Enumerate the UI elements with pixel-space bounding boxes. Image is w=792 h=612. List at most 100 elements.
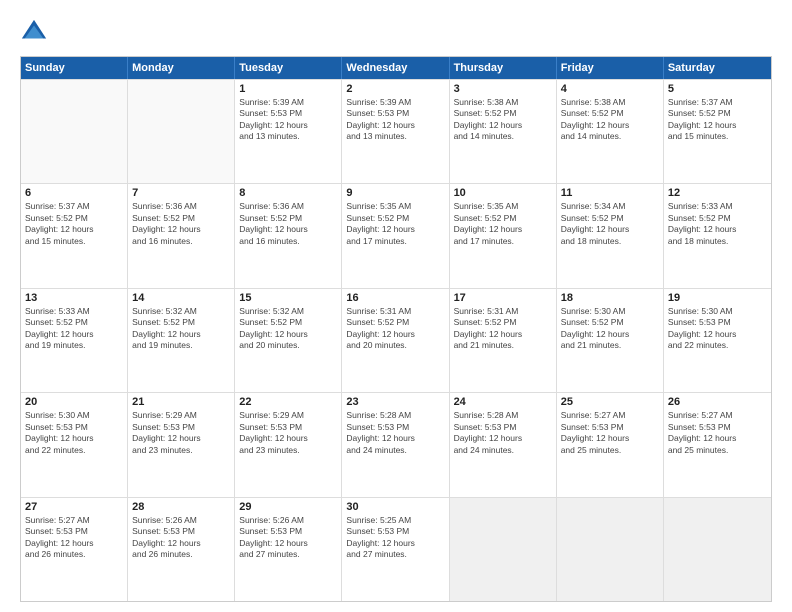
calendar-cell-30: 30Sunrise: 5:25 AMSunset: 5:53 PMDayligh…: [342, 498, 449, 601]
cell-info-line: and 24 minutes.: [454, 445, 552, 456]
cell-info-line: Daylight: 12 hours: [561, 120, 659, 131]
calendar-cell-1: 1Sunrise: 5:39 AMSunset: 5:53 PMDaylight…: [235, 80, 342, 183]
calendar-cell-24: 24Sunrise: 5:28 AMSunset: 5:53 PMDayligh…: [450, 393, 557, 496]
cell-info-line: and 13 minutes.: [346, 131, 444, 142]
calendar-row-1: 1Sunrise: 5:39 AMSunset: 5:53 PMDaylight…: [21, 79, 771, 183]
cell-info-line: Sunrise: 5:36 AM: [239, 201, 337, 212]
cell-info-line: Sunrise: 5:28 AM: [454, 410, 552, 421]
cell-info-line: Sunset: 5:53 PM: [25, 422, 123, 433]
calendar-cell-8: 8Sunrise: 5:36 AMSunset: 5:52 PMDaylight…: [235, 184, 342, 287]
calendar-cell-21: 21Sunrise: 5:29 AMSunset: 5:53 PMDayligh…: [128, 393, 235, 496]
calendar-cell-23: 23Sunrise: 5:28 AMSunset: 5:53 PMDayligh…: [342, 393, 449, 496]
cell-info-line: and 24 minutes.: [346, 445, 444, 456]
cell-info-line: Daylight: 12 hours: [239, 120, 337, 131]
cell-info-line: and 25 minutes.: [561, 445, 659, 456]
calendar-cell-4: 4Sunrise: 5:38 AMSunset: 5:52 PMDaylight…: [557, 80, 664, 183]
day-number: 27: [25, 501, 123, 513]
cell-info-line: Sunset: 5:52 PM: [668, 108, 767, 119]
cell-info-line: Daylight: 12 hours: [454, 120, 552, 131]
day-number: 30: [346, 501, 444, 513]
cell-info-line: Sunrise: 5:38 AM: [454, 97, 552, 108]
calendar-cell-empty-4: [450, 498, 557, 601]
cell-info-line: Daylight: 12 hours: [561, 224, 659, 235]
calendar-cell-5: 5Sunrise: 5:37 AMSunset: 5:52 PMDaylight…: [664, 80, 771, 183]
day-number: 26: [668, 396, 767, 408]
cell-info-line: and 20 minutes.: [239, 340, 337, 351]
cell-info-line: and 14 minutes.: [561, 131, 659, 142]
calendar-cell-10: 10Sunrise: 5:35 AMSunset: 5:52 PMDayligh…: [450, 184, 557, 287]
cell-info-line: Sunrise: 5:30 AM: [561, 306, 659, 317]
cell-info-line: Daylight: 12 hours: [346, 224, 444, 235]
header-day-thursday: Thursday: [450, 57, 557, 79]
cell-info-line: Sunrise: 5:32 AM: [239, 306, 337, 317]
cell-info-line: Daylight: 12 hours: [132, 433, 230, 444]
cell-info-line: Sunset: 5:53 PM: [132, 526, 230, 537]
calendar-cell-16: 16Sunrise: 5:31 AMSunset: 5:52 PMDayligh…: [342, 289, 449, 392]
cell-info-line: Sunrise: 5:31 AM: [346, 306, 444, 317]
cell-info-line: Sunrise: 5:32 AM: [132, 306, 230, 317]
calendar-cell-26: 26Sunrise: 5:27 AMSunset: 5:53 PMDayligh…: [664, 393, 771, 496]
cell-info-line: Daylight: 12 hours: [239, 538, 337, 549]
calendar-row-4: 20Sunrise: 5:30 AMSunset: 5:53 PMDayligh…: [21, 392, 771, 496]
cell-info-line: and 22 minutes.: [25, 445, 123, 456]
cell-info-line: Daylight: 12 hours: [132, 224, 230, 235]
cell-info-line: Sunrise: 5:31 AM: [454, 306, 552, 317]
cell-info-line: Sunrise: 5:33 AM: [668, 201, 767, 212]
day-number: 1: [239, 83, 337, 95]
cell-info-line: Daylight: 12 hours: [346, 538, 444, 549]
day-number: 21: [132, 396, 230, 408]
calendar-cell-empty-5: [557, 498, 664, 601]
day-number: 19: [668, 292, 767, 304]
cell-info-line: Daylight: 12 hours: [239, 329, 337, 340]
cell-info-line: and 15 minutes.: [25, 236, 123, 247]
day-number: 11: [561, 187, 659, 199]
header: [20, 18, 772, 46]
calendar-cell-6: 6Sunrise: 5:37 AMSunset: 5:52 PMDaylight…: [21, 184, 128, 287]
cell-info-line: Sunset: 5:53 PM: [239, 108, 337, 119]
cell-info-line: Sunset: 5:53 PM: [668, 422, 767, 433]
calendar-row-3: 13Sunrise: 5:33 AMSunset: 5:52 PMDayligh…: [21, 288, 771, 392]
cell-info-line: Daylight: 12 hours: [25, 433, 123, 444]
cell-info-line: Sunset: 5:52 PM: [346, 317, 444, 328]
cell-info-line: Sunset: 5:52 PM: [561, 317, 659, 328]
cell-info-line: Sunrise: 5:26 AM: [132, 515, 230, 526]
day-number: 23: [346, 396, 444, 408]
cell-info-line: Sunrise: 5:39 AM: [346, 97, 444, 108]
day-number: 29: [239, 501, 337, 513]
cell-info-line: Sunrise: 5:29 AM: [239, 410, 337, 421]
cell-info-line: Sunrise: 5:27 AM: [668, 410, 767, 421]
cell-info-line: Daylight: 12 hours: [346, 433, 444, 444]
calendar-cell-22: 22Sunrise: 5:29 AMSunset: 5:53 PMDayligh…: [235, 393, 342, 496]
cell-info-line: and 21 minutes.: [454, 340, 552, 351]
cell-info-line: Sunset: 5:52 PM: [454, 317, 552, 328]
cell-info-line: Sunrise: 5:30 AM: [25, 410, 123, 421]
cell-info-line: and 26 minutes.: [132, 549, 230, 560]
cell-info-line: and 25 minutes.: [668, 445, 767, 456]
header-day-saturday: Saturday: [664, 57, 771, 79]
cell-info-line: Sunset: 5:52 PM: [668, 213, 767, 224]
cell-info-line: Sunset: 5:53 PM: [239, 526, 337, 537]
cell-info-line: Sunset: 5:53 PM: [346, 422, 444, 433]
page: SundayMondayTuesdayWednesdayThursdayFrid…: [0, 0, 792, 612]
logo: [20, 18, 52, 46]
cell-info-line: and 13 minutes.: [239, 131, 337, 142]
cell-info-line: Sunrise: 5:37 AM: [668, 97, 767, 108]
cell-info-line: Sunset: 5:52 PM: [561, 213, 659, 224]
calendar-row-2: 6Sunrise: 5:37 AMSunset: 5:52 PMDaylight…: [21, 183, 771, 287]
cell-info-line: Daylight: 12 hours: [668, 120, 767, 131]
header-day-tuesday: Tuesday: [235, 57, 342, 79]
cell-info-line: Daylight: 12 hours: [239, 224, 337, 235]
cell-info-line: and 16 minutes.: [239, 236, 337, 247]
calendar-cell-3: 3Sunrise: 5:38 AMSunset: 5:52 PMDaylight…: [450, 80, 557, 183]
cell-info-line: Sunrise: 5:26 AM: [239, 515, 337, 526]
cell-info-line: and 19 minutes.: [25, 340, 123, 351]
calendar-cell-25: 25Sunrise: 5:27 AMSunset: 5:53 PMDayligh…: [557, 393, 664, 496]
logo-icon: [20, 18, 48, 46]
cell-info-line: and 18 minutes.: [561, 236, 659, 247]
cell-info-line: Sunrise: 5:30 AM: [668, 306, 767, 317]
calendar-cell-2: 2Sunrise: 5:39 AMSunset: 5:53 PMDaylight…: [342, 80, 449, 183]
cell-info-line: Sunset: 5:53 PM: [346, 108, 444, 119]
day-number: 22: [239, 396, 337, 408]
cell-info-line: and 15 minutes.: [668, 131, 767, 142]
day-number: 18: [561, 292, 659, 304]
